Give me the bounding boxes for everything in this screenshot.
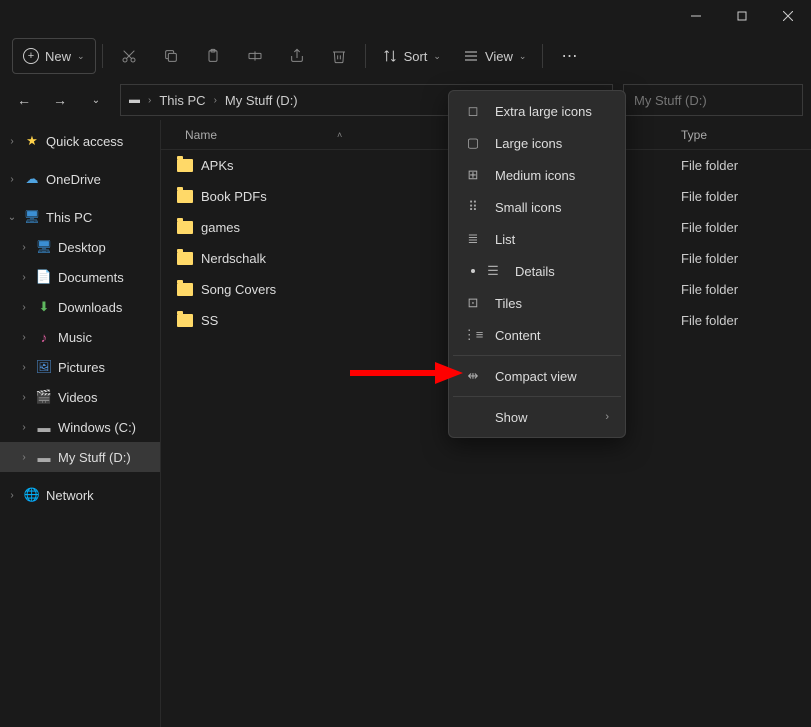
extra-large-icon: ◻ [465,103,481,119]
menu-separator [453,355,621,356]
menu-content[interactable]: ⋮≡Content [453,319,621,351]
menu-separator [453,396,621,397]
sidebar-windows-c[interactable]: ›▬Windows (C:) [0,412,160,442]
recent-button[interactable]: ⌄ [80,84,112,116]
minimize-button[interactable] [673,0,719,32]
folder-icon [177,221,193,234]
toolbar: + New ⌄ Sort ⌄ View ⌄ ⋯ [0,32,811,80]
chevron-down-icon: ⌄ [519,51,527,62]
folder-icon [177,314,193,327]
view-button[interactable]: View ⌄ [453,38,537,74]
list-icon: ≣ [465,231,481,247]
menu-small-icons[interactable]: ⠿Small icons [453,191,621,223]
drive-icon: ▬ [129,94,140,106]
separator [542,44,543,68]
small-icon: ⠿ [465,199,481,215]
separator [365,44,366,68]
forward-button[interactable]: → [44,84,76,116]
sort-icon [382,48,398,64]
back-button[interactable]: ← [8,84,40,116]
menu-extra-large-icons[interactable]: ◻Extra large icons [453,95,621,127]
chevron-right-icon: › [148,95,151,106]
breadcrumb-segment[interactable]: My Stuff (D:) [225,93,298,108]
copy-button[interactable] [151,38,191,74]
chevron-down-icon: ⌄ [77,51,85,62]
sidebar-documents[interactable]: ›📄Documents [0,262,160,292]
paste-button[interactable] [193,38,233,74]
sidebar-quick-access[interactable]: ›★Quick access [0,126,160,156]
sidebar: ›★Quick access ›☁OneDrive ⌄🖥This PC ›🖥De… [0,120,160,727]
menu-medium-icons[interactable]: ⊞Medium icons [453,159,621,191]
sidebar-desktop[interactable]: ›🖥Desktop [0,232,160,262]
navbar: ← → ⌄ ▬ › This PC › My Stuff (D:) [0,80,811,120]
separator [102,44,103,68]
chevron-right-icon: › [214,95,217,106]
details-icon: ☰ [485,263,501,279]
chevron-right-icon: › [605,411,609,423]
folder-icon [177,190,193,203]
more-button[interactable]: ⋯ [549,38,589,74]
sidebar-videos[interactable]: ›🎬Videos [0,382,160,412]
selected-indicator-icon [465,269,481,273]
sort-label: Sort [404,49,428,64]
menu-show[interactable]: Show› [453,401,621,433]
sidebar-network[interactable]: ›🌐Network [0,480,160,510]
menu-list[interactable]: ≣List [453,223,621,255]
titlebar [0,0,811,32]
large-icon: ▢ [465,135,481,151]
breadcrumb-segment[interactable]: This PC [159,93,205,108]
sort-button[interactable]: Sort ⌄ [372,38,451,74]
sort-indicator-icon: ˄ [337,130,342,140]
folder-icon [177,283,193,296]
menu-large-icons[interactable]: ▢Large icons [453,127,621,159]
medium-icon: ⊞ [465,167,481,183]
delete-button[interactable] [319,38,359,74]
folder-icon [177,252,193,265]
sidebar-onedrive[interactable]: ›☁OneDrive [0,164,160,194]
plus-icon: + [23,48,39,64]
share-button[interactable] [277,38,317,74]
content-icon: ⋮≡ [465,327,481,343]
sidebar-music[interactable]: ›♪Music [0,322,160,352]
view-label: View [485,49,513,64]
menu-compact-view[interactable]: ⇹Compact view [453,360,621,392]
body: ›★Quick access ›☁OneDrive ⌄🖥This PC ›🖥De… [0,120,811,727]
search-input[interactable] [623,84,803,116]
folder-icon [177,159,193,172]
view-menu: ◻Extra large icons ▢Large icons ⊞Medium … [448,90,626,438]
menu-details[interactable]: ☰Details [453,255,621,287]
sidebar-pictures[interactable]: ›🖼Pictures [0,352,160,382]
rename-button[interactable] [235,38,275,74]
tiles-icon: ⊡ [465,295,481,311]
sidebar-my-stuff-d[interactable]: ›▬My Stuff (D:) [0,442,160,472]
sidebar-downloads[interactable]: ›⬇Downloads [0,292,160,322]
new-button[interactable]: + New ⌄ [12,38,96,74]
chevron-down-icon: ⌄ [433,51,441,62]
close-button[interactable] [765,0,811,32]
compact-icon: ⇹ [465,368,481,384]
menu-tiles[interactable]: ⊡Tiles [453,287,621,319]
cut-button[interactable] [109,38,149,74]
view-icon [463,48,479,64]
maximize-button[interactable] [719,0,765,32]
sidebar-this-pc[interactable]: ⌄🖥This PC [0,202,160,232]
new-label: New [45,49,71,64]
